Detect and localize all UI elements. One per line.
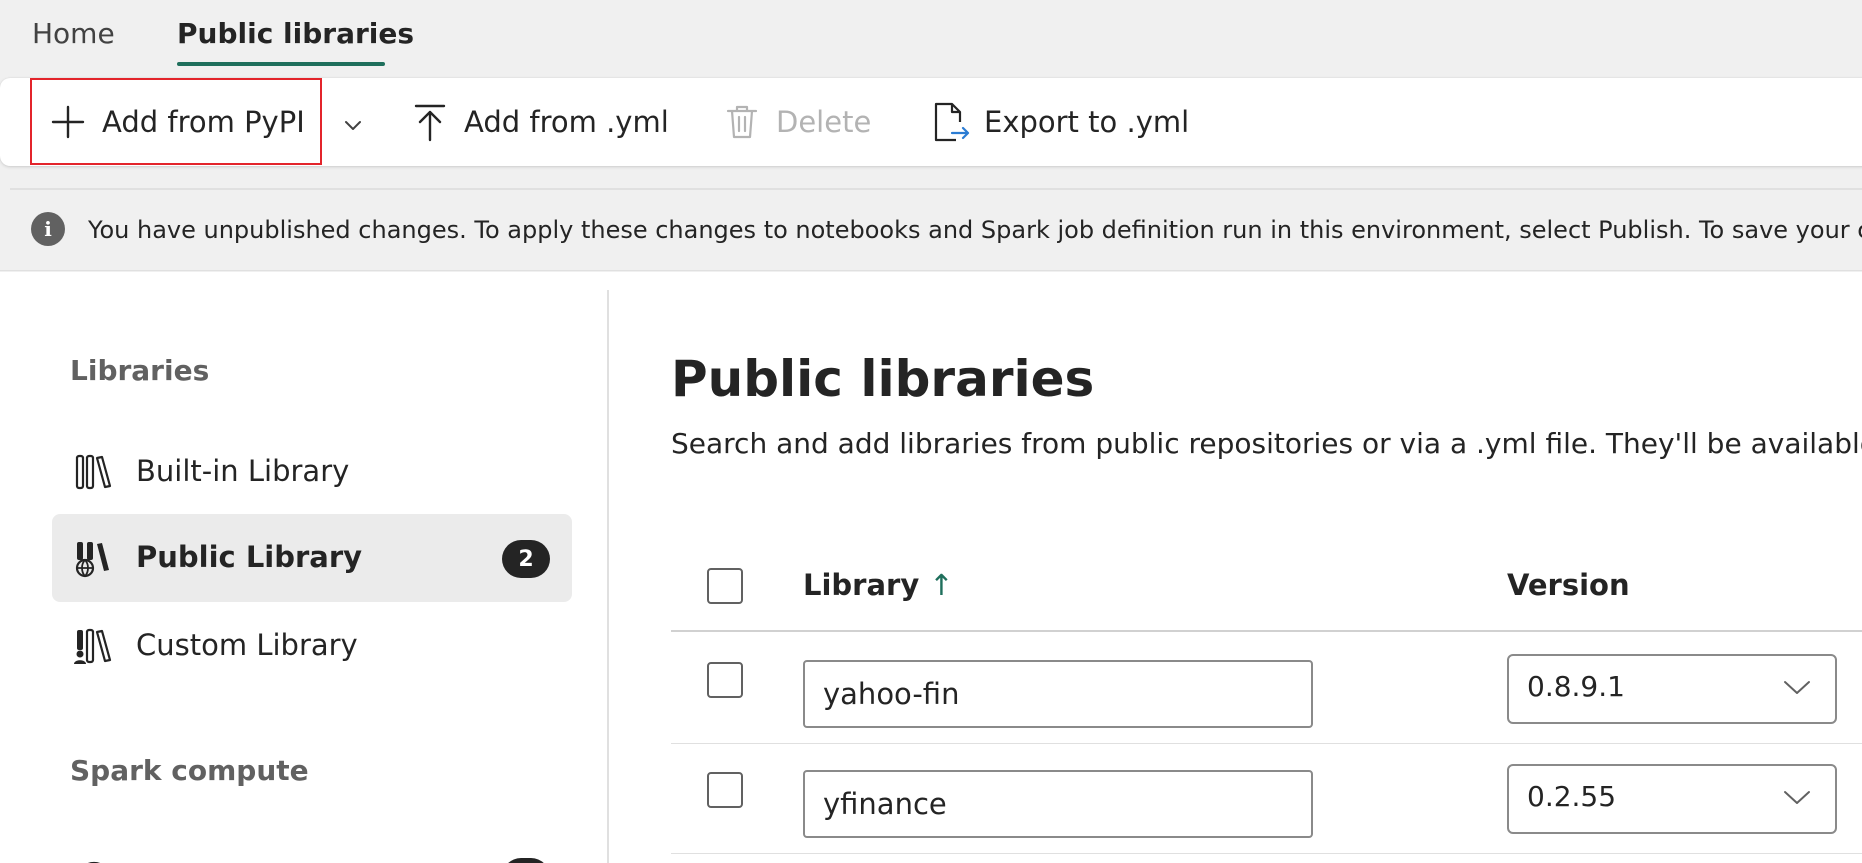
version-select[interactable]: 0.8.9.1 bbox=[1507, 654, 1837, 724]
tab-home[interactable]: Home bbox=[32, 14, 115, 54]
globe-books-icon bbox=[74, 538, 114, 578]
left-nav: Libraries Built-in Library Public Librar… bbox=[0, 272, 607, 863]
library-name-input[interactable] bbox=[803, 770, 1313, 838]
count-badge: 2 bbox=[502, 540, 550, 578]
delete-button[interactable]: Delete bbox=[722, 78, 871, 166]
table-header-row: Library ↑ Version bbox=[671, 542, 1862, 632]
info-icon: i bbox=[31, 212, 65, 246]
nav-item-acceleration-partial[interactable] bbox=[52, 832, 572, 863]
nav-item-label: Public Library bbox=[136, 540, 363, 574]
page-description: Search and add libraries from public rep… bbox=[671, 427, 1862, 460]
page-title: Public libraries bbox=[671, 350, 1095, 408]
nav-item-label: Custom Library bbox=[136, 628, 358, 662]
active-tab-indicator bbox=[177, 62, 385, 66]
toolbar-divider bbox=[10, 188, 1862, 190]
nav-item-custom-library[interactable]: Custom Library bbox=[52, 602, 572, 690]
row-checkbox[interactable] bbox=[707, 772, 743, 808]
top-region: Home Public libraries Add from PyPI Add … bbox=[0, 0, 1862, 272]
chevron-down-icon bbox=[344, 105, 362, 139]
library-name-input[interactable] bbox=[803, 660, 1313, 728]
sort-ascending-icon: ↑ bbox=[929, 568, 954, 602]
version-select-value: 0.8.9.1 bbox=[1527, 670, 1625, 703]
export-document-icon bbox=[930, 102, 970, 142]
nav-heading-libraries: Libraries bbox=[70, 354, 210, 387]
version-select[interactable]: 0.2.55 bbox=[1507, 764, 1837, 834]
plus-icon bbox=[48, 102, 88, 142]
tab-bar: Home Public libraries bbox=[0, 0, 1862, 70]
toolbar: Add from PyPI Add from .yml Delete Expor… bbox=[0, 78, 1862, 166]
main-content: Public libraries Search and add librarie… bbox=[609, 272, 1862, 863]
trash-icon bbox=[722, 102, 762, 142]
nav-item-public-library[interactable]: Public Library 2 bbox=[52, 514, 572, 602]
add-options-dropdown-button[interactable] bbox=[338, 78, 368, 166]
add-from-yml-label: Add from .yml bbox=[464, 105, 669, 139]
export-to-yml-label: Export to .yml bbox=[984, 105, 1190, 139]
add-from-pypi-button[interactable]: Add from PyPI bbox=[30, 78, 322, 165]
chevron-down-icon bbox=[1783, 678, 1811, 698]
nav-heading-spark-compute: Spark compute bbox=[70, 754, 309, 787]
export-to-yml-button[interactable]: Export to .yml bbox=[930, 78, 1189, 166]
version-select-value: 0.2.55 bbox=[1527, 780, 1617, 813]
chevron-down-icon bbox=[1783, 788, 1811, 808]
table-row: 0.2.55 bbox=[671, 744, 1862, 854]
column-header-library-label: Library bbox=[803, 568, 920, 602]
delete-label: Delete bbox=[776, 105, 872, 139]
gauge-icon bbox=[74, 856, 114, 863]
add-from-yml-button[interactable]: Add from .yml bbox=[410, 78, 669, 166]
table-row: 0.8.9.1 bbox=[671, 634, 1862, 744]
column-header-library[interactable]: Library ↑ bbox=[803, 568, 954, 602]
books-icon bbox=[74, 452, 114, 492]
nav-item-label: Built-in Library bbox=[136, 454, 350, 488]
column-header-version[interactable]: Version bbox=[1507, 568, 1630, 602]
unpublished-changes-banner: i You have unpublished changes. To apply… bbox=[0, 192, 1862, 271]
banner-message: You have unpublished changes. To apply t… bbox=[88, 216, 1862, 244]
add-from-pypi-label: Add from PyPI bbox=[102, 104, 305, 139]
tab-public-libraries[interactable]: Public libraries bbox=[177, 14, 414, 54]
select-all-checkbox[interactable] bbox=[707, 568, 743, 604]
row-checkbox[interactable] bbox=[707, 662, 743, 698]
count-badge-partial bbox=[502, 858, 550, 863]
person-books-icon bbox=[74, 626, 114, 666]
nav-item-built-in-library[interactable]: Built-in Library bbox=[52, 428, 572, 516]
upload-icon bbox=[410, 102, 450, 142]
